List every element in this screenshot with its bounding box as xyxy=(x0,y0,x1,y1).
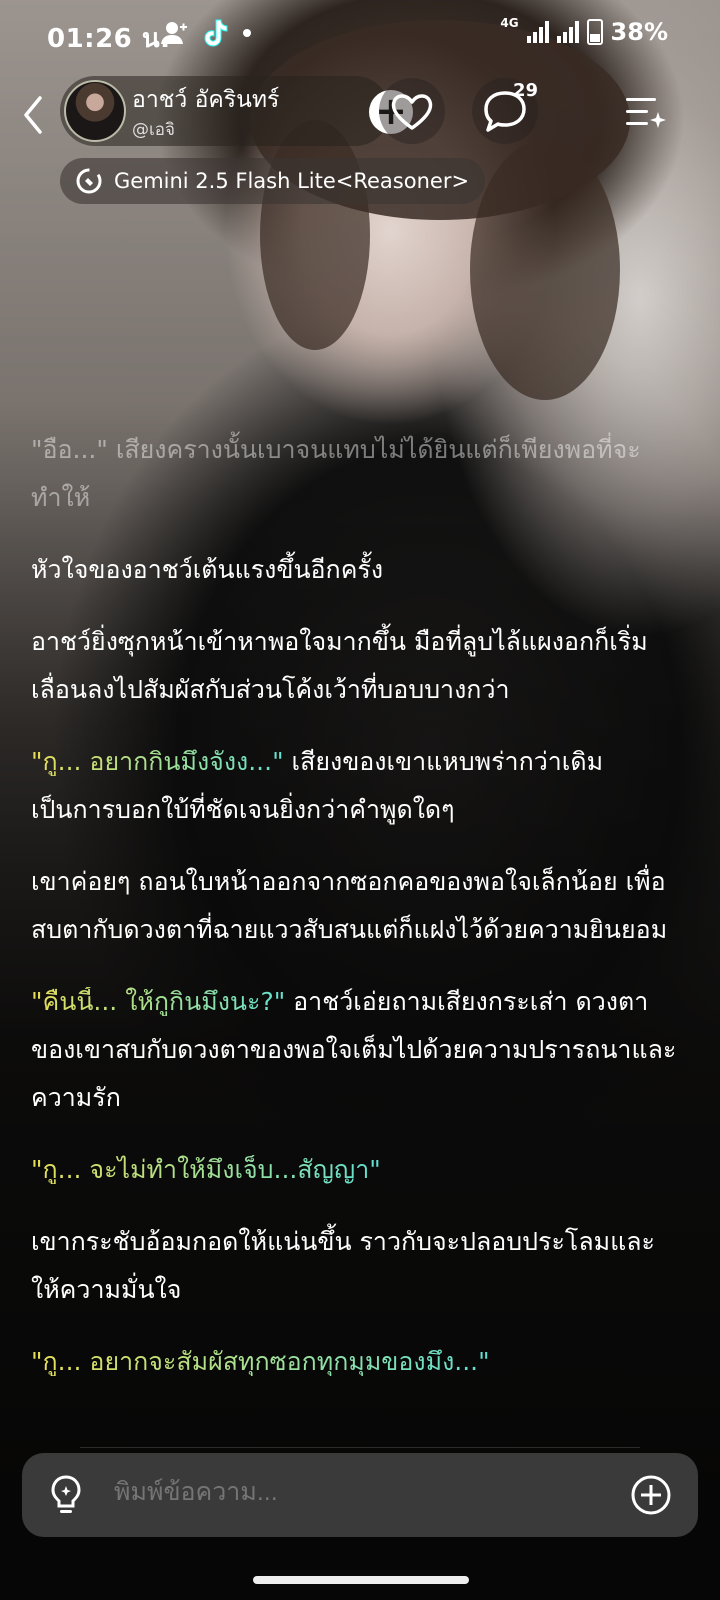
narration-text: หัวใจของอาชว์เต้นแรงขึ้นอีกครั้ง xyxy=(31,555,384,584)
signal-icon xyxy=(526,21,549,43)
contacts-icon xyxy=(161,22,187,44)
chat-message: เขาค่อยๆ ถอนใบหน้าออกจากซอกคอของพอใจเล็ก… xyxy=(31,858,681,954)
back-arrow-icon[interactable] xyxy=(18,94,48,136)
model-label: Gemini 2.5 Flash Lite<Reasoner> xyxy=(114,169,470,193)
chat-message: เขากระชับอ้อมกอดให้แน่นขึ้น ราวกับจะปลอบ… xyxy=(31,1218,681,1314)
narration-text: เขาค่อยๆ ถอนใบหน้าออกจากซอกคอของพอใจเล็ก… xyxy=(31,867,668,944)
model-switch-icon xyxy=(76,168,102,194)
dialogue-quote: "กู... อยากจะสัมผัสทุกซอกทุกมุมของมึง...… xyxy=(31,1347,490,1376)
status-time: 01:26 น. xyxy=(47,24,171,54)
narration-text: เขากระชับอ้อมกอดให้แน่นขึ้น ราวกับจะปลอบ… xyxy=(31,1227,655,1304)
narration-text: อาชว์ยิ่งซุกหน้าเข้าหาพอใจมากขึ้น มือที่… xyxy=(31,627,648,704)
heart-icon xyxy=(391,94,433,130)
faded-narration: "อือ..." เสียงครางนั้นเบาจนแทบไม่ได้ยินแ… xyxy=(31,435,641,512)
character-profile[interactable]: อาชว์ อัคริน​ทร์ @เอจิ + xyxy=(60,76,413,146)
avatar[interactable] xyxy=(64,80,126,142)
message-composer xyxy=(22,1453,698,1537)
notification-dot-icon xyxy=(243,29,251,37)
like-button[interactable] xyxy=(379,78,445,144)
menu-sparkle-icon[interactable] xyxy=(622,92,666,132)
chat-message: "กู... อยากจะสัมผัสทุกซอกทุกมุมของมึง...… xyxy=(31,1338,681,1386)
add-attachment-icon[interactable] xyxy=(630,1474,672,1516)
chat-message: หัวใจของอาชว์เต้นแรงขึ้นอีกครั้ง xyxy=(31,546,681,594)
character-name: อาชว์ อัคริน​ทร์ xyxy=(132,87,280,113)
chat-message-list: "อือ..." เสียงครางนั้นเบาจนแทบไม่ได้ยินแ… xyxy=(31,426,681,1410)
chat-message: "คืนนี้... ให้กูกินมึงนะ?" อาชว์เอ่ยถามเ… xyxy=(31,978,681,1122)
status-bar: 01:26 น. 4G 38% xyxy=(0,14,720,54)
chat-message: "อือ..." เสียงครางนั้นเบาจนแทบไม่ได้ยินแ… xyxy=(31,426,681,522)
signal-icon-2 xyxy=(556,21,579,43)
message-input[interactable] xyxy=(112,1477,596,1508)
model-selector[interactable]: Gemini 2.5 Flash Lite<Reasoner> xyxy=(60,158,486,204)
dialogue-quote: "กู... จะไม่ทำให้มึงเจ็บ...สัญญา" xyxy=(31,1155,381,1184)
tiktok-icon xyxy=(204,19,228,47)
home-indicator[interactable] xyxy=(253,1576,469,1584)
divider xyxy=(80,1447,640,1448)
dialogue-quote: "กู... อยากกินมึงจังง..." xyxy=(31,747,292,776)
network-type: 4G xyxy=(500,16,519,30)
lightbulb-icon[interactable] xyxy=(48,1473,84,1517)
character-handle: @เอจิ xyxy=(132,120,175,140)
dialogue-quote: "คืนนี้... ให้กูกินมึงนะ?" xyxy=(31,987,294,1016)
chat-header: อาชว์ อัคริน​ทร์ @เอจิ + 29 Gemini 2.5 F… xyxy=(0,76,720,216)
chat-message: "กู... จะไม่ทำให้มึงเจ็บ...สัญญา" xyxy=(31,1146,681,1194)
chat-message: "กู... อยากกินมึงจังง..." เสียงของเขาแหบ… xyxy=(31,738,681,834)
comment-count: 29 xyxy=(513,80,539,101)
chat-message: อาชว์ยิ่งซุกหน้าเข้าหาพอใจมากขึ้น มือที่… xyxy=(31,618,681,714)
battery-icon xyxy=(586,19,603,45)
battery-percent: 38% xyxy=(610,18,668,46)
